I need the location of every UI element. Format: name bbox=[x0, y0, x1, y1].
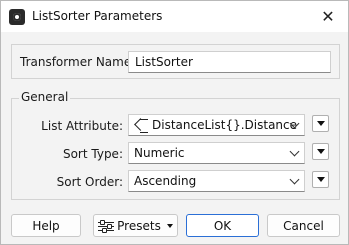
transformer-name-input[interactable]: ListSorter bbox=[128, 51, 331, 73]
sort-type-label: Sort Type: bbox=[62, 147, 123, 161]
transformer-name-group: Transformer Name: ListSorter bbox=[11, 44, 340, 79]
close-icon: ✕ bbox=[321, 7, 335, 26]
chevron-down-icon bbox=[289, 146, 300, 157]
sort-order-menu-button[interactable] bbox=[312, 171, 329, 188]
sort-order-dropdown[interactable]: Ascending bbox=[128, 170, 305, 192]
list-attribute-dropdown[interactable]: DistanceList{}.Distance bbox=[128, 114, 305, 136]
presets-button-label: Presets bbox=[117, 218, 161, 233]
cancel-button[interactable]: Cancel bbox=[267, 214, 340, 237]
sort-order-value: Ascending bbox=[134, 174, 197, 188]
ok-button[interactable]: OK bbox=[186, 214, 259, 237]
list-attribute-label: List Attribute: bbox=[41, 119, 123, 133]
close-button[interactable]: ✕ bbox=[308, 1, 348, 32]
sort-order-label: Sort Order: bbox=[56, 175, 123, 189]
list-attribute-menu-button[interactable] bbox=[312, 115, 329, 132]
window-title: ListSorter Parameters bbox=[32, 9, 163, 23]
sort-type-menu-button[interactable] bbox=[312, 143, 329, 160]
sort-type-value: Numeric bbox=[134, 146, 185, 160]
help-button[interactable]: Help bbox=[11, 214, 81, 237]
presets-button[interactable]: Presets bbox=[93, 214, 178, 237]
parameters-dialog: ListSorter Parameters ✕ Transformer Name… bbox=[0, 0, 349, 245]
sliders-icon bbox=[98, 219, 115, 233]
ok-button-label: OK bbox=[213, 218, 232, 233]
general-group-label: General bbox=[19, 90, 71, 104]
general-group: General List Attribute: DistanceList{}.D… bbox=[11, 90, 340, 200]
sort-type-dropdown[interactable]: Numeric bbox=[128, 142, 305, 164]
transformer-name-label: Transformer Name: bbox=[20, 55, 136, 69]
chevron-down-icon bbox=[289, 174, 300, 185]
help-button-label: Help bbox=[32, 218, 60, 233]
app-icon bbox=[9, 9, 25, 25]
list-attribute-value: DistanceList{}.Distance bbox=[152, 118, 298, 132]
attribute-icon bbox=[134, 119, 148, 133]
cancel-button-label: Cancel bbox=[283, 218, 324, 233]
title-bar: ListSorter Parameters ✕ bbox=[1, 1, 348, 32]
caret-down-icon bbox=[166, 223, 173, 228]
